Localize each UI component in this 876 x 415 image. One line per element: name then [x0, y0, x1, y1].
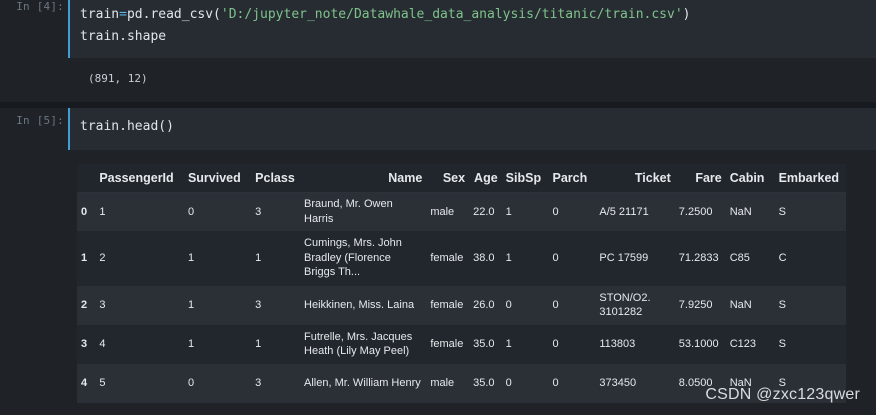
table-cell: 1	[187, 252, 195, 264]
column-header: Pclass	[251, 164, 301, 193]
table-cell: C123	[729, 338, 757, 350]
table-cell: 1	[505, 252, 512, 264]
table-cell: 38.0	[473, 252, 495, 264]
table-cell: S	[778, 299, 786, 311]
table-row: 1 2 1 1 Cumings, Mrs. John Bradley (Flor…	[77, 230, 846, 286]
watermark-text: CSDN @zxc123qwer	[705, 386, 860, 403]
table-cell: STON/O2. 3101282	[599, 291, 651, 319]
table-row: 3 4 1 1 Futrelle, Mrs. Jacques Heath (Li…	[77, 324, 846, 364]
table-cell: 4	[99, 338, 106, 350]
notebook-cell-1[interactable]: In [4]: train=pd.read_csv('D:/jupyter_no…	[0, 0, 876, 106]
code-input[interactable]: train.head()	[68, 108, 876, 150]
table-cell: Heikkinen, Miss. Laina	[304, 298, 415, 311]
table-cell: 22.0	[473, 205, 495, 218]
table-cell: S	[778, 338, 786, 350]
row-index: 0	[81, 205, 88, 218]
table-cell: male	[430, 377, 455, 389]
code-line: train.shape	[80, 29, 167, 44]
table-cell: 2	[99, 252, 106, 264]
table-cell: 1	[505, 338, 512, 350]
table-cell: 35.0	[473, 338, 495, 350]
table-row: 0 1 0 3 Braund, Mr. Owen Harris male 22.…	[77, 192, 846, 231]
column-header: Embarked	[774, 164, 846, 193]
row-index: 2	[81, 299, 88, 311]
table-cell: 1	[99, 205, 106, 218]
cell-prompt: In [4]:	[16, 0, 64, 13]
column-header: Cabin	[725, 164, 775, 193]
dataframe-output: PassengerId Survived Pclass Name Sex Age…	[77, 164, 846, 403]
output-text: (891, 12)	[88, 72, 148, 85]
table-cell: 26.0	[473, 299, 495, 311]
table-header-row: PassengerId Survived Pclass Name Sex Age…	[77, 164, 846, 193]
table-cell: 35.0	[473, 377, 495, 389]
table-cell: 0	[505, 377, 512, 389]
table-cell: 113803	[599, 337, 636, 350]
table-cell: 0	[552, 377, 559, 389]
row-index: 4	[81, 377, 88, 389]
code-input[interactable]: train=pd.read_csv('D:/jupyter_note/Dataw…	[68, 0, 876, 58]
code-line: train=pd.read_csv('D:/jupyter_note/Dataw…	[80, 7, 691, 22]
column-header: Fare	[674, 164, 726, 193]
table-cell: 373450	[599, 376, 637, 389]
table-cell: 0	[187, 205, 195, 218]
table-cell: 1	[505, 205, 512, 218]
code-token-string: 'D:/jupyter_note/Datawhale_data_analysis…	[220, 7, 683, 22]
table-cell: 0	[505, 299, 512, 311]
table-cell: 1	[187, 299, 195, 311]
table-cell: C	[778, 252, 787, 264]
table-cell: 0	[187, 377, 195, 389]
table-cell: male	[430, 205, 455, 218]
table-cell: 53.1000	[678, 338, 719, 350]
dataframe-table: PassengerId Survived Pclass Name Sex Age…	[77, 164, 846, 403]
code-token-paren: )	[682, 7, 691, 22]
row-index: 1	[81, 252, 88, 264]
table-cell: NaN	[729, 299, 752, 311]
table-cell: A/5 21171	[599, 205, 649, 218]
column-header: SibSp	[501, 164, 549, 193]
table-cell: PC 17599	[599, 251, 649, 264]
row-index: 3	[81, 338, 88, 350]
table-cell: Cumings, Mrs. John Bradley (Florence Bri…	[304, 237, 402, 279]
cell-output: (891, 12)	[68, 58, 876, 102]
column-header: Age	[469, 164, 502, 193]
index-header	[77, 164, 96, 193]
table-cell: 71.2833	[678, 252, 719, 264]
table-cell: 0	[552, 205, 559, 218]
column-header: Ticket	[595, 164, 675, 193]
table-cell: 3	[255, 377, 262, 389]
table-cell: female	[430, 338, 464, 350]
table-row: 2 3 1 3 Heikkinen, Miss. Laina female 26…	[77, 285, 846, 325]
column-header: Name	[300, 164, 427, 193]
table-cell: 1	[187, 338, 195, 350]
table-cell: 7.2500	[678, 205, 713, 218]
table-cell: 7.9250	[678, 299, 713, 311]
table-cell: 3	[255, 205, 262, 218]
table-cell: 0	[552, 299, 559, 311]
table-cell: 3	[255, 299, 262, 311]
column-header: Parch	[548, 164, 596, 193]
code-token-var: train	[80, 7, 120, 22]
table-cell: C85	[729, 252, 750, 264]
column-header: Survived	[183, 164, 252, 193]
code-token-func: pd.read_csv(	[126, 7, 221, 22]
table-cell: 0	[552, 252, 559, 264]
table-cell: 1	[255, 252, 262, 264]
table-cell: S	[778, 205, 786, 218]
table-cell: Futrelle, Mrs. Jacques Heath (Lily May P…	[304, 330, 413, 358]
table-cell: NaN	[729, 205, 752, 218]
table-cell: 3	[99, 299, 106, 311]
table-cell: female	[430, 252, 464, 264]
table-cell: female	[430, 299, 464, 311]
code-token-operator: =	[119, 7, 127, 22]
table-cell: 5	[99, 377, 106, 389]
column-header: PassengerId	[95, 164, 184, 193]
cell-prompt: In [5]:	[16, 114, 64, 127]
column-header: Sex	[426, 164, 470, 193]
code-line: train.head()	[80, 119, 174, 134]
table-cell: 0	[552, 338, 559, 350]
table-cell: Allen, Mr. William Henry	[304, 376, 421, 389]
table-cell: Braund, Mr. Owen Harris	[304, 198, 393, 225]
table-cell: 1	[255, 338, 262, 350]
